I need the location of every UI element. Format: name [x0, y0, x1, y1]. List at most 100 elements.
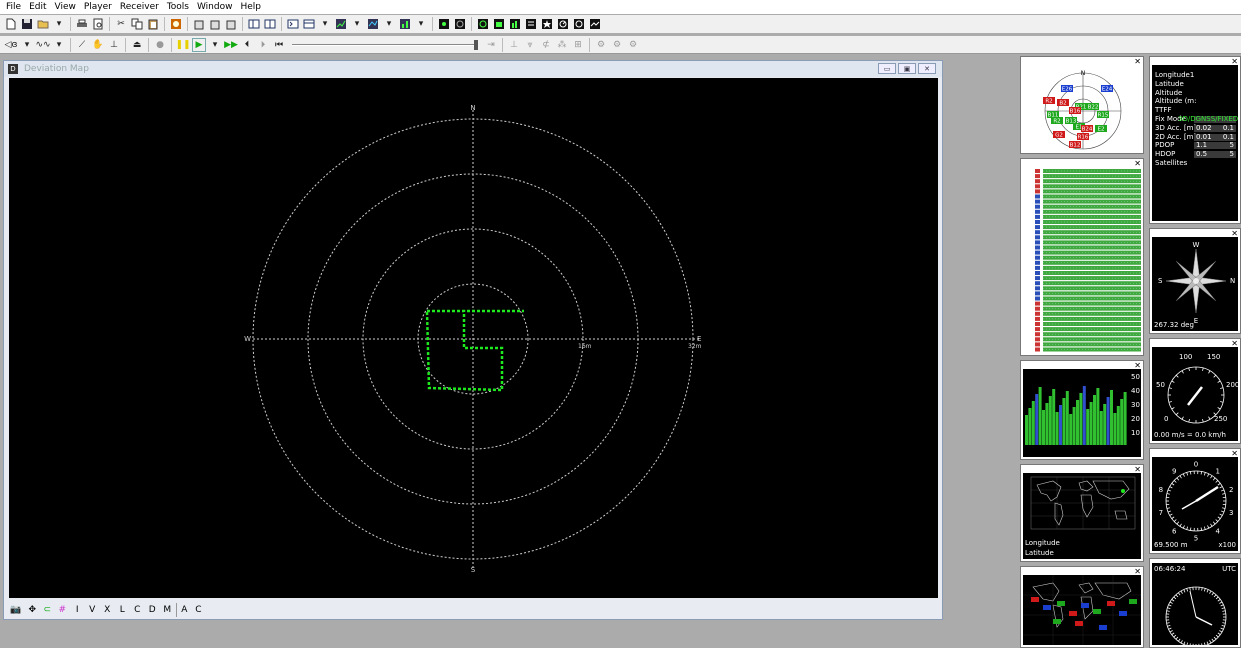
fast-forward-icon[interactable]: ▶▶	[224, 38, 238, 52]
print-icon[interactable]	[75, 17, 89, 31]
audio-icon[interactable]: ◁ɞ	[4, 38, 18, 52]
playback-slider[interactable]	[292, 39, 478, 50]
pause-icon[interactable]: ❚❚	[175, 38, 190, 52]
world-map[interactable]: Longitude Latitude	[1023, 473, 1141, 559]
gauge-icon[interactable]	[556, 17, 570, 31]
paste-icon[interactable]	[146, 17, 160, 31]
clock-icon[interactable]	[572, 17, 586, 31]
map-icon[interactable]	[588, 17, 602, 31]
menu-player[interactable]: Player	[80, 2, 116, 12]
building3-icon[interactable]	[224, 17, 238, 31]
text-view-icon[interactable]	[524, 17, 538, 31]
table-icon[interactable]: ⊞	[571, 38, 585, 52]
graph-icon[interactable]	[366, 17, 380, 31]
menu-help[interactable]: Help	[236, 2, 265, 12]
compass-bottom: E	[1194, 317, 1198, 325]
move-icon[interactable]: ✥	[26, 603, 38, 617]
menu-file[interactable]: File	[2, 2, 25, 12]
sky-view[interactable]: N E26E24R2B2B21B16B22B11R15R2B13E1B24E2G…	[1023, 65, 1141, 151]
panel-icon[interactable]	[302, 17, 316, 31]
filter-icon[interactable]: ⩔	[523, 38, 537, 52]
chart-icon[interactable]	[334, 17, 348, 31]
dropdown-arrow-icon[interactable]: ▾	[382, 17, 396, 31]
hand-icon[interactable]: ✋	[91, 38, 105, 52]
maximize-button[interactable]: ▣	[898, 63, 916, 74]
sky-icon[interactable]	[476, 17, 490, 31]
gauge-tick	[1173, 596, 1177, 600]
step-back-icon[interactable]: ⏴	[240, 38, 254, 52]
step-forward-icon[interactable]: ⏵	[256, 38, 270, 52]
dropdown-arrow-icon[interactable]: ▾	[350, 17, 364, 31]
menu-tools[interactable]: Tools	[163, 2, 193, 12]
satellite-table[interactable]	[1023, 167, 1141, 353]
wand-icon[interactable]: ⟋	[75, 38, 89, 52]
gauge-tick	[1188, 367, 1190, 371]
gauge-tick	[1186, 526, 1189, 530]
menu-view[interactable]: View	[51, 2, 80, 12]
status-d[interactable]: D	[146, 603, 158, 617]
dropdown-arrow-icon[interactable]: ▾	[20, 38, 34, 52]
level-icon[interactable]	[492, 17, 506, 31]
marker-icon[interactable]: ⊥	[507, 38, 521, 52]
skip-to-start-icon[interactable]: ⏮	[272, 38, 286, 52]
menu-edit[interactable]: Edit	[25, 2, 50, 12]
gear-icon[interactable]: ⚙	[626, 38, 640, 52]
bars-icon[interactable]	[508, 17, 522, 31]
settings2-icon[interactable]: ⚙	[610, 38, 624, 52]
deviation-map-canvas[interactable]: N S W E 16m 32m	[9, 78, 938, 598]
layout2-icon[interactable]	[263, 17, 277, 31]
open-folder-icon[interactable]	[36, 17, 50, 31]
dropdown-arrow-icon[interactable]: ▾	[52, 38, 66, 52]
screenshot-icon[interactable]: 📷	[8, 603, 23, 617]
clear-icon[interactable]: ⊄	[539, 38, 553, 52]
dark-view-icon[interactable]	[437, 17, 451, 31]
menu-receiver[interactable]: Receiver	[116, 2, 163, 12]
record-icon[interactable]	[169, 17, 183, 31]
new-file-icon[interactable]	[4, 17, 18, 31]
signal-bar	[1089, 402, 1093, 445]
status-c2[interactable]: C	[192, 603, 204, 617]
skip-to-end-icon[interactable]: ⇥	[484, 38, 498, 52]
satellite-map[interactable]	[1023, 575, 1141, 645]
dropdown-arrow-icon[interactable]: ▾	[318, 17, 332, 31]
settings-icon[interactable]: ⚙	[594, 38, 608, 52]
grid-icon[interactable]: ⁂	[555, 38, 569, 52]
copy-icon[interactable]	[130, 17, 144, 31]
info-row: Fix Mode 3D/DGNSS/FIXED	[1152, 115, 1238, 124]
eject-icon[interactable]: ⏏	[130, 38, 144, 52]
save-icon[interactable]	[20, 17, 34, 31]
antenna-icon[interactable]: ⊥	[107, 38, 121, 52]
radar-icon[interactable]	[453, 17, 467, 31]
wave-icon[interactable]: ∿∿	[35, 38, 50, 52]
status-x[interactable]: X	[101, 603, 113, 617]
layout-icon[interactable]	[247, 17, 261, 31]
grid-icon[interactable]: #	[56, 603, 68, 617]
bar-tick-label: 50	[1131, 373, 1140, 381]
status-a[interactable]: A	[176, 603, 189, 617]
building-icon[interactable]	[192, 17, 206, 31]
status-c[interactable]: C	[131, 603, 143, 617]
play-icon[interactable]: ▶	[192, 37, 206, 52]
minimize-button[interactable]: ▭	[878, 63, 896, 74]
status-v[interactable]: V	[86, 603, 98, 617]
status-l[interactable]: L	[116, 603, 128, 617]
console-icon[interactable]	[286, 17, 300, 31]
close-button[interactable]: ✕	[918, 63, 936, 74]
dropdown-arrow-icon[interactable]: ▾	[52, 17, 66, 31]
print-preview-icon[interactable]	[91, 17, 105, 31]
star-icon[interactable]	[540, 17, 554, 31]
status-i[interactable]: I	[71, 603, 83, 617]
signal-icon[interactable]	[398, 17, 412, 31]
status-m[interactable]: M	[161, 603, 173, 617]
stop-icon[interactable]: ●	[153, 38, 167, 52]
compass-panel: ✕ W E S N 267.32 deg	[1149, 228, 1241, 334]
window-title-bar[interactable]: D Deviation Map ▭ ▣ ✕	[4, 61, 942, 77]
track-icon[interactable]: ⊂	[41, 603, 53, 617]
svg-text:0: 0	[1164, 415, 1168, 423]
dropdown-arrow-icon[interactable]: ▾	[414, 17, 428, 31]
cut-icon[interactable]: ✂	[114, 17, 128, 31]
menu-window[interactable]: Window	[193, 2, 237, 12]
dropdown-arrow-icon[interactable]: ▾	[208, 38, 222, 52]
building2-icon[interactable]	[208, 17, 222, 31]
gauge-tick	[1217, 483, 1221, 486]
